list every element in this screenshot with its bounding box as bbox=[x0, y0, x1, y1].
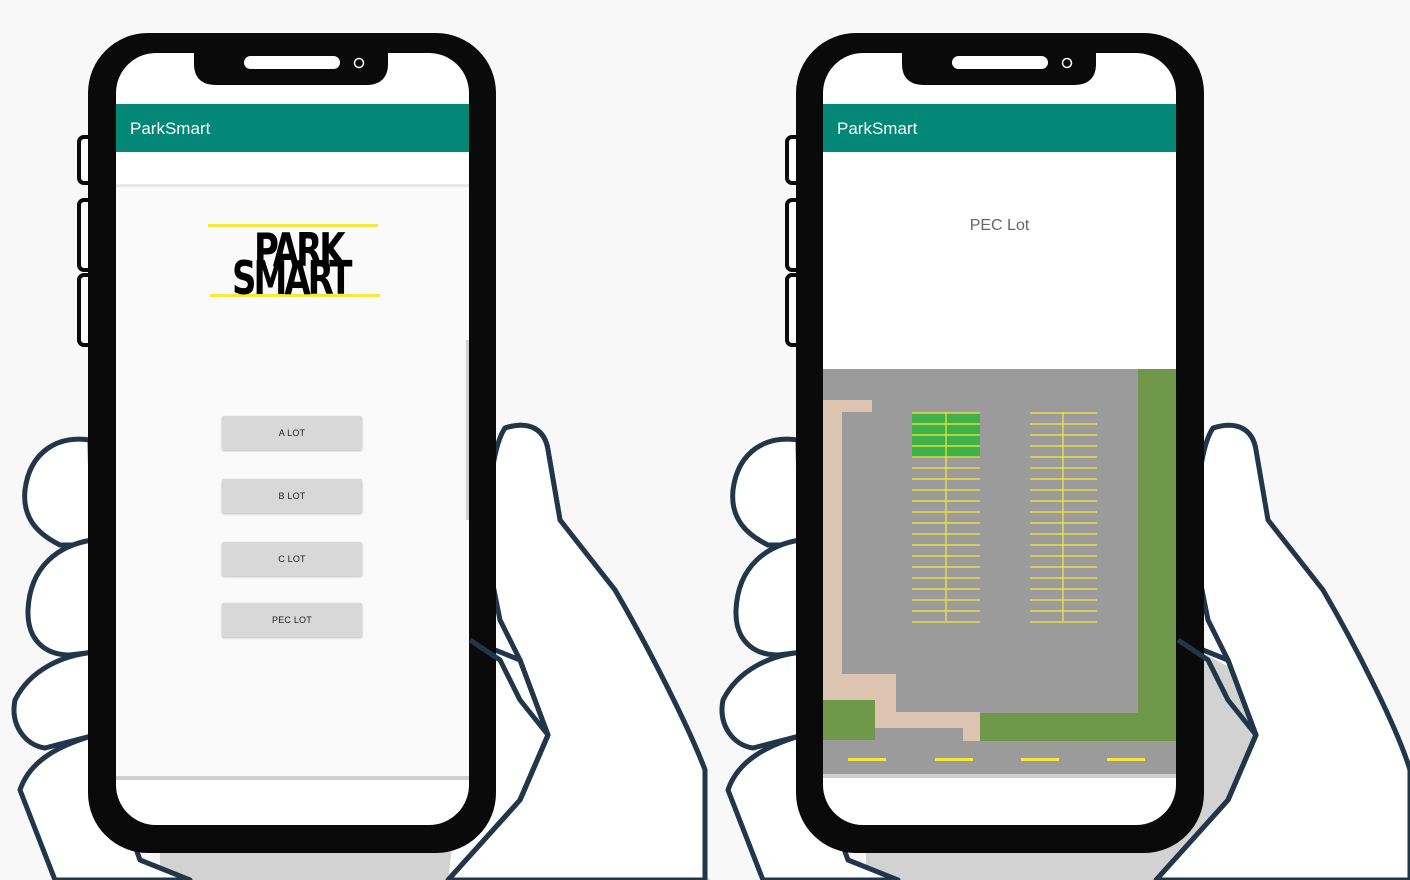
app-title: ParkSmart bbox=[130, 119, 211, 138]
left-app-screen: ParkSmart PARK SMART A LOT B LOT C LOT P… bbox=[116, 104, 469, 776]
road-dash bbox=[1021, 758, 1059, 761]
grass-strip-bottom bbox=[979, 713, 1176, 741]
grass-strip-right bbox=[1138, 369, 1176, 741]
a-lot-button[interactable]: A LOT bbox=[222, 416, 362, 450]
app-bar: ParkSmart bbox=[823, 104, 1176, 152]
right-app-screen: ParkSmart PEC Lot bbox=[823, 104, 1176, 369]
road-dash bbox=[1107, 758, 1145, 761]
road-dash bbox=[848, 758, 886, 761]
app-bar: ParkSmart bbox=[116, 104, 469, 152]
app-title: ParkSmart bbox=[837, 119, 918, 138]
b-lot-button[interactable]: B LOT bbox=[222, 479, 362, 513]
grass-corner-left bbox=[823, 700, 875, 740]
c-lot-button[interactable]: C LOT bbox=[222, 542, 362, 576]
road-dash bbox=[935, 758, 973, 761]
parksmart-logo: PARK SMART bbox=[208, 222, 380, 302]
pec-lot-button[interactable]: PEC LOT bbox=[222, 603, 362, 637]
lot-title: PEC Lot bbox=[969, 217, 1030, 234]
logo-word-smart: SMART bbox=[232, 251, 352, 306]
road bbox=[823, 741, 1176, 774]
